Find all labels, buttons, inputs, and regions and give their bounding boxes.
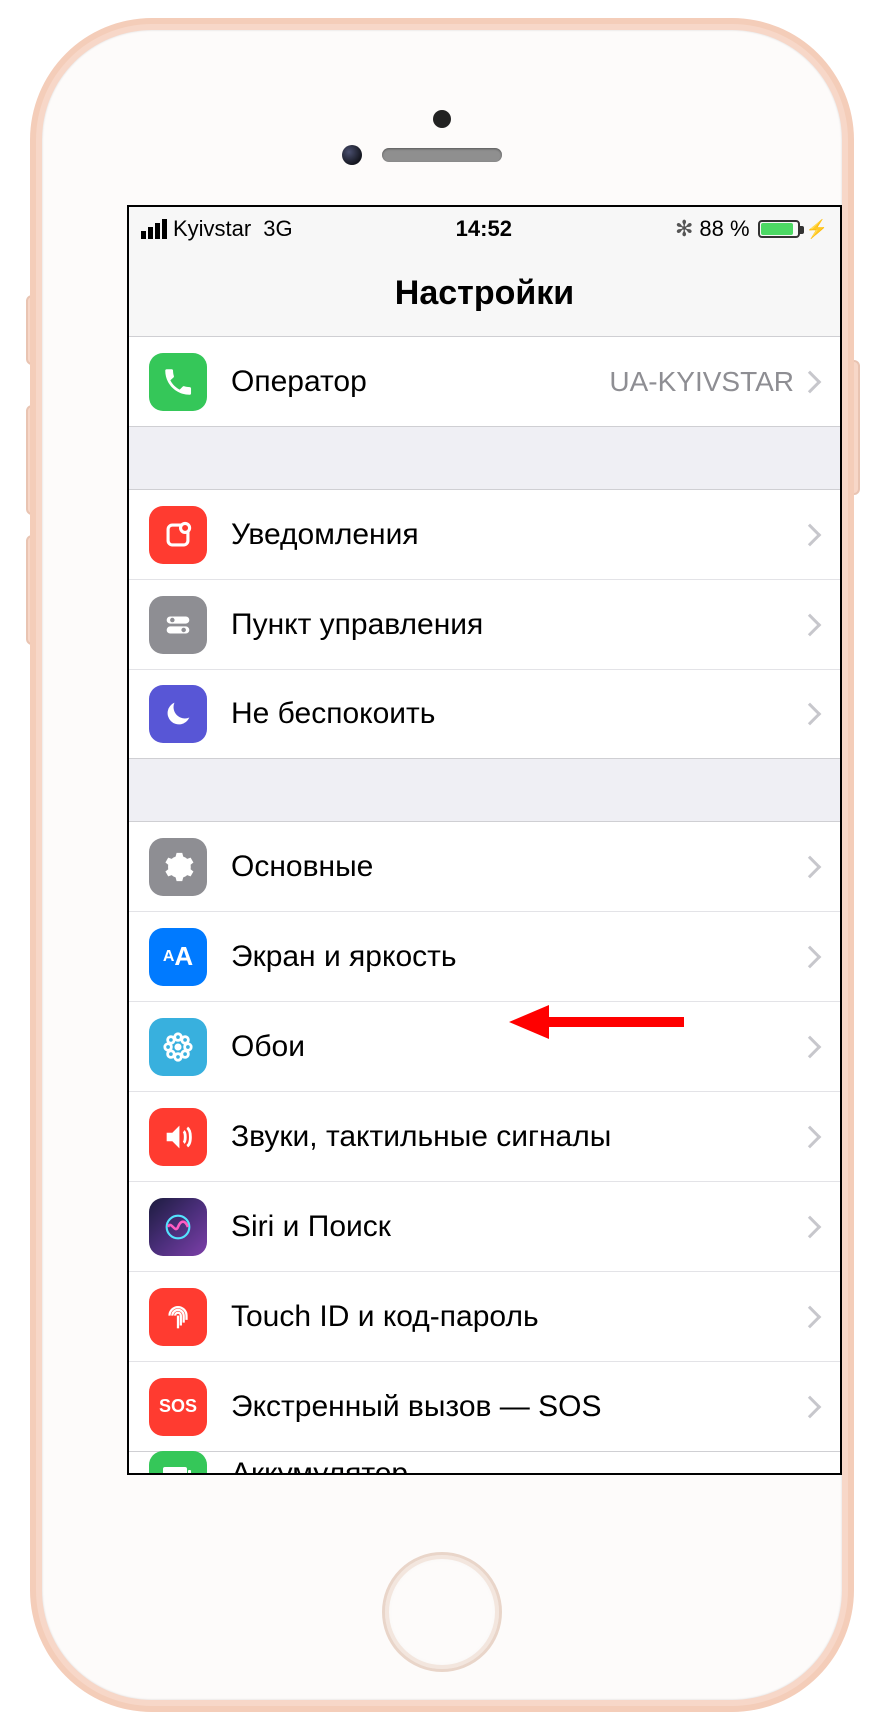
row-label: Не беспокоить — [231, 697, 802, 731]
signal-icon — [141, 219, 167, 239]
siri-icon — [149, 1198, 207, 1256]
row-label: Аккумулятор — [231, 1457, 408, 1475]
sos-icon: SOS — [149, 1378, 207, 1436]
navbar: Настройки — [129, 251, 840, 337]
mute-switch — [26, 295, 40, 365]
fingerprint-icon — [149, 1288, 207, 1346]
row-label: Основные — [231, 850, 802, 884]
row-label: Touch ID и код-пароль — [231, 1300, 802, 1334]
charging-icon: ⚡ — [806, 219, 828, 240]
status-bar: Kyivstar 3G 14:52 ✻ 88 % ⚡ — [129, 207, 840, 251]
row-control-center[interactable]: Пункт управления — [129, 579, 840, 669]
row-label: Обои — [231, 1030, 802, 1064]
row-sounds[interactable]: Звуки, тактильные сигналы — [129, 1091, 840, 1181]
chevron-right-icon — [799, 370, 822, 393]
speaker-icon — [149, 1108, 207, 1166]
row-general[interactable]: Основные — [129, 821, 840, 911]
row-notifications[interactable]: Уведомления — [129, 489, 840, 579]
chevron-right-icon — [799, 1395, 822, 1418]
row-label: Пункт управления — [231, 608, 802, 642]
battery-icon — [758, 220, 800, 238]
network-label: 3G — [263, 216, 292, 242]
row-emergency-sos[interactable]: SOS Экстренный вызов — SOS — [129, 1361, 840, 1451]
volume-down-button — [26, 535, 40, 645]
moon-icon — [149, 685, 207, 743]
power-button — [846, 360, 860, 495]
text-size-icon: AA — [149, 928, 207, 986]
row-carrier[interactable]: Оператор UA-KYIVSTAR — [129, 337, 840, 427]
speaker-slot — [382, 148, 502, 162]
row-wallpaper[interactable]: Обои — [129, 1001, 840, 1091]
carrier-label: Kyivstar — [173, 216, 251, 242]
flower-icon — [149, 1018, 207, 1076]
page-title: Настройки — [395, 274, 574, 313]
battery-icon — [149, 1451, 207, 1475]
volume-up-button — [26, 405, 40, 515]
chevron-right-icon — [799, 703, 822, 726]
bluetooth-icon: ✻ — [675, 216, 693, 242]
row-label: Siri и Поиск — [231, 1210, 802, 1244]
chevron-right-icon — [799, 523, 822, 546]
battery-percent: 88 % — [699, 216, 749, 242]
phone-icon — [149, 353, 207, 411]
row-do-not-disturb[interactable]: Не беспокоить — [129, 669, 840, 759]
chevron-right-icon — [799, 1035, 822, 1058]
row-label: Уведомления — [231, 518, 802, 552]
chevron-right-icon — [799, 1125, 822, 1148]
row-label: Экстренный вызов — SOS — [231, 1390, 802, 1424]
row-label: Экран и яркость — [231, 940, 802, 974]
screen: Kyivstar 3G 14:52 ✻ 88 % ⚡ Настройки Опе… — [127, 205, 842, 1475]
row-siri[interactable]: Siri и Поиск — [129, 1181, 840, 1271]
clock: 14:52 — [456, 216, 512, 242]
toggles-icon — [149, 596, 207, 654]
chevron-right-icon — [799, 1215, 822, 1238]
home-button[interactable] — [382, 1552, 502, 1672]
row-battery[interactable]: Аккумулятор — [129, 1451, 840, 1475]
chevron-right-icon — [799, 1305, 822, 1328]
gear-icon — [149, 838, 207, 896]
row-display[interactable]: AA Экран и яркость — [129, 911, 840, 1001]
chevron-right-icon — [799, 945, 822, 968]
row-detail: UA-KYIVSTAR — [609, 366, 794, 398]
front-camera — [342, 145, 362, 165]
notification-icon — [149, 506, 207, 564]
row-label: Оператор — [231, 365, 609, 399]
phone-body: Kyivstar 3G 14:52 ✻ 88 % ⚡ Настройки Опе… — [42, 30, 842, 1700]
row-touch-id[interactable]: Touch ID и код-пароль — [129, 1271, 840, 1361]
chevron-right-icon — [799, 855, 822, 878]
row-label: Звуки, тактильные сигналы — [231, 1120, 802, 1154]
front-camera-dot — [433, 110, 451, 128]
chevron-right-icon — [799, 613, 822, 636]
